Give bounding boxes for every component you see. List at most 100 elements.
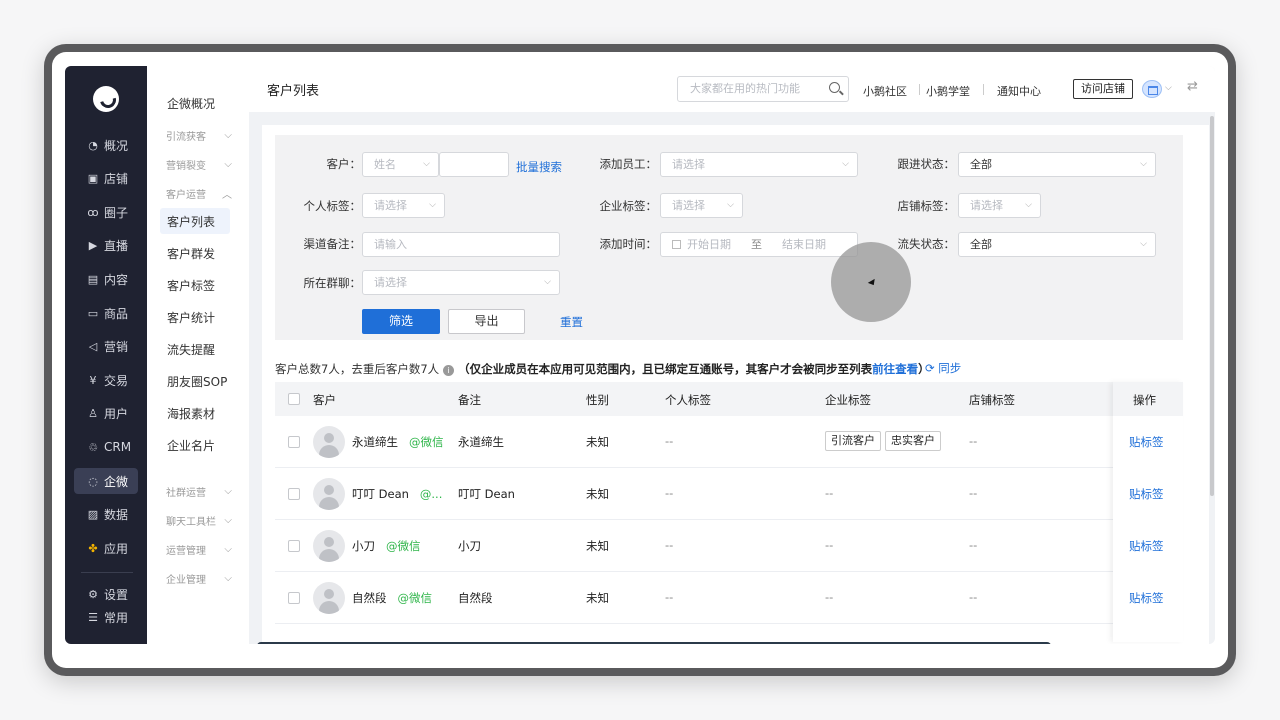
sync-button[interactable]: ⟳ 同步 [925,360,961,376]
subnav-item-customer-list[interactable]: 客户列表 [160,208,230,234]
select-placeholder: 请选择 [374,199,407,212]
rail-item-wecom[interactable]: ◌ 企微 [74,468,138,494]
rail-item-content[interactable]: ▤ 内容 [74,266,138,292]
info-icon[interactable]: i [443,365,455,376]
row-checkbox[interactable] [288,436,300,448]
col-remark: 备注 [458,393,481,407]
wecom-icon: ◌ [88,474,98,488]
remark-cell: 自然段 [458,591,493,605]
subnav-item-moments-sop[interactable]: 朋友圈SOP [160,368,230,394]
search-icon[interactable] [829,82,840,93]
subnav-item-overview[interactable]: 企微概况 [160,90,230,116]
row-checkbox[interactable] [288,540,300,552]
group-chat-select[interactable]: 请选择 ⌵ [362,270,560,295]
subnav-group-operation[interactable]: 运营管理 ⌵ [160,542,232,557]
visit-store-button[interactable]: 访问店铺 [1073,79,1133,99]
rail-item-live[interactable]: ▶ 直播 [74,232,138,258]
group-label: 聊天工具栏 [166,517,216,528]
link-academy[interactable]: 小鹅学堂 [926,83,970,99]
follow-status-select[interactable]: 全部 ⌵ [958,152,1156,177]
switch-icon[interactable]: ⇄ [1187,79,1198,94]
go-view-link[interactable]: 前往查看 [872,362,918,376]
channel-note-input[interactable]: 请输入 [362,232,560,257]
group-chat-label: 所在群聊： [303,276,362,290]
live-icon: ▶ [88,238,98,252]
subnav-group-chat[interactable]: 聊天工具栏 ⌵ [160,513,232,528]
rail-item-crm[interactable]: ♲ CRM [74,434,138,460]
subnav-item-customer-stats[interactable]: 客户统计 [160,304,230,330]
gender-cell: 未知 [586,487,609,501]
rail-item-apps[interactable]: ✤ 应用 [74,535,138,561]
chevron-down-icon: ⌵ [1140,239,1147,249]
store-tag-cell: -- [969,538,978,552]
rail-item-store[interactable]: ▣ 店铺 [74,165,138,191]
rail-item-marketing[interactable]: ◁ 营销 [74,333,138,359]
rail-item-goods[interactable]: ▭ 商品 [74,300,138,326]
scrollbar[interactable] [1210,116,1214,496]
tag-button[interactable]: 贴标签 [1129,590,1164,606]
gender-cell: 未知 [586,539,609,553]
gender-cell: 未知 [586,591,609,605]
rail-label: 用户 [104,406,129,421]
subnav-item-customer-tags[interactable]: 客户标签 [160,272,230,298]
row-checkbox[interactable] [288,592,300,604]
subnav-item-customer-broadcast[interactable]: 客户群发 [160,240,230,266]
main-rail: ◔ 概况 ▣ 店铺 ꝏ 圈子 ▶ 直播 ▤ 内容 ▭ 商品 ◁ 营销 ¥ 交易 ♙ 用户 ♲ CRM… [65,66,147,644]
corp-tag: 忠实客户 [885,431,941,451]
customer-name[interactable]: 小刀 @微信 [352,538,420,554]
rail-label: 营销 [104,339,129,354]
subnav-item-poster[interactable]: 海报素材 [160,400,230,426]
rail-item-overview[interactable]: ◔ 概况 [74,132,138,158]
rail-item-circle[interactable]: ꝏ 圈子 [74,199,138,225]
select-all-checkbox[interactable] [288,393,300,405]
name-text: 自然段 [352,591,387,605]
group-label: 引流获客 [166,132,206,143]
subnav-group-ops[interactable]: 客户运营 ︿ [160,186,232,201]
rail-item-data[interactable]: ▨ 数据 [74,501,138,527]
link-community[interactable]: 小鹅社区 [863,83,907,99]
batch-search-link[interactable]: 批量搜索 [516,159,562,175]
settings-icon: ⚙ [88,587,98,601]
personal-tag-select[interactable]: 请选择 ⌵ [362,193,445,218]
store-tag-select[interactable]: 请选择 ⌵ [958,193,1041,218]
select-placeholder: 请选择 [374,276,407,289]
date-separator: 至 [751,238,762,251]
subnav-group-traffic[interactable]: 引流获客 ⌵ [160,128,232,143]
subnav-group-enterprise[interactable]: 企业管理 ⌵ [160,571,232,586]
subnav-item-churn-reminder[interactable]: 流失提醒 [160,336,230,362]
subnav-item-business-card[interactable]: 企业名片 [160,432,230,458]
customer-name[interactable]: 自然段 @微信 [352,590,432,606]
export-button[interactable]: 导出 [448,309,525,334]
reset-link[interactable]: 重置 [560,314,583,330]
customer-input[interactable] [439,152,509,177]
avatar [313,478,345,510]
corp-tag-select[interactable]: 请选择 ⌵ [660,193,743,218]
date-range-picker[interactable]: 开始日期 至 结束日期 [660,232,858,257]
chevron-down-icon[interactable]: ⌵ [1165,83,1172,93]
subnav-group-fission[interactable]: 营销裂变 ⌵ [160,157,232,172]
filter-button[interactable]: 筛选 [362,309,440,334]
link-notifications[interactable]: 通知中心 [997,83,1041,99]
tag-button[interactable]: 贴标签 [1129,538,1164,554]
tag-button[interactable]: 贴标签 [1129,486,1164,502]
subnav-group-community[interactable]: 社群运营 ⌵ [160,484,232,499]
select-placeholder: 请选择 [672,158,705,171]
divider [983,84,984,95]
staff-select[interactable]: 请选择 ⌵ [660,152,858,177]
customer-name[interactable]: 永道缔生 @微信 [352,434,443,450]
customer-name[interactable]: 叮叮 Dean @... [352,486,442,502]
channel-note-label: 渠道备注： [303,237,362,251]
rail-item-trade[interactable]: ¥ 交易 [74,367,138,393]
store-avatar-icon[interactable] [1142,80,1162,98]
row-checkbox[interactable] [288,488,300,500]
rail-label: 内容 [104,272,129,287]
customer-type-select[interactable]: 姓名 ⌵ [362,152,439,177]
churn-status-select[interactable]: 全部 ⌵ [958,232,1156,257]
search-input[interactable]: 大家都在用的热门功能 [677,76,849,102]
refresh-icon: ⟳ [925,361,935,375]
rail-item-user[interactable]: ♙ 用户 [74,400,138,426]
content-icon: ▤ [87,272,99,286]
rail-item-common[interactable]: ☰ 常用 [74,604,138,630]
tag-button[interactable]: 贴标签 [1129,434,1164,450]
pie-chart-icon: ◔ [88,138,98,152]
